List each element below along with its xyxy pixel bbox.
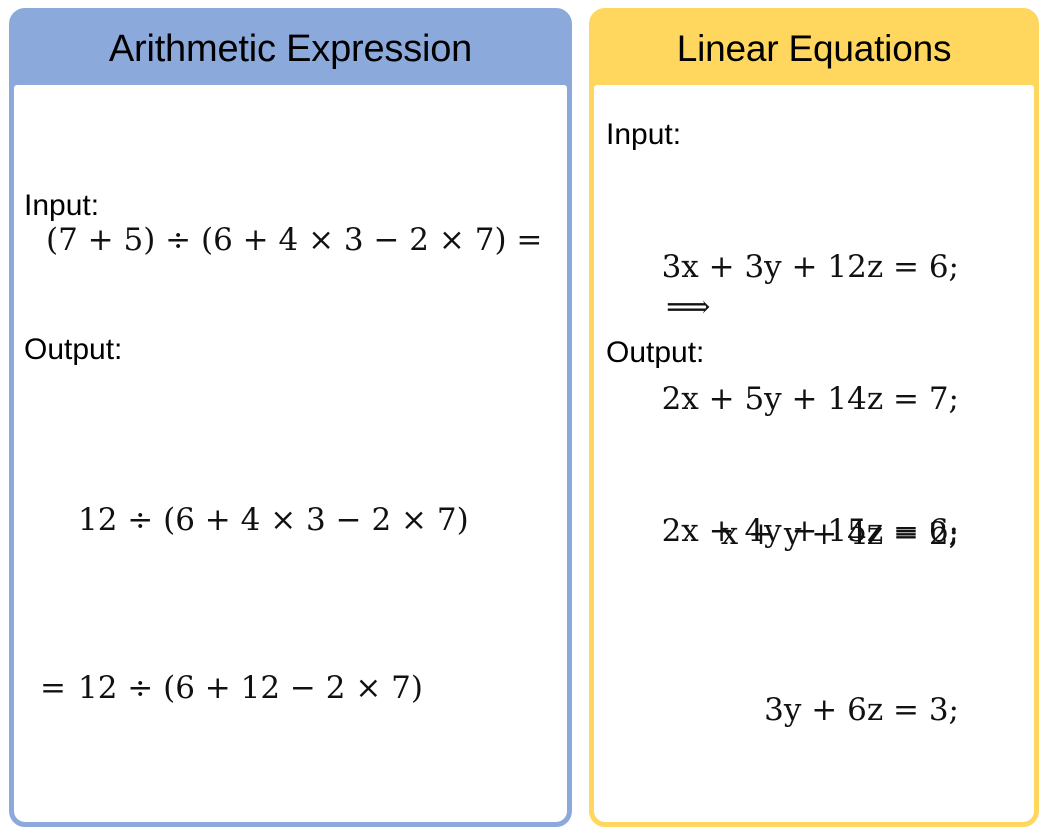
left-step-expression: 12 ÷ (6 + 12 − 2 × 7) [78,670,423,706]
left-step-operator: = [40,670,66,706]
panel-header-arithmetic-expression: Arithmetic Expression [14,13,567,85]
panel-linear-equations: Linear Equations Input: 3x + 3y + 12z = … [589,8,1039,827]
panel-header-linear-equations: Linear Equations [594,13,1034,85]
left-step-row: 12 ÷ (6 + 4 × 3 − 2 × 7) [40,499,469,541]
equation-text: 3x + 3y + 12z = 6; [661,249,959,285]
equation-row: x + y + 4z = 2; [594,512,959,556]
left-output-steps: 12 ÷ (6 + 4 × 3 − 2 × 7) = 12 ÷ (6 + 12 … [40,373,469,822]
right-input-label: Input: [606,118,682,151]
equation-row: 3y + 6z = 3; [594,688,959,732]
left-output-label: Output: [24,333,123,366]
left-input-expression: (7 + 5) ÷ (6 + 4 × 3 − 2 × 7) = [46,222,543,258]
equation-text: 3y + 6z = 3; [764,692,959,728]
implies-arrow-icon: ⟹ [666,289,711,325]
panel-title-arithmetic-expression: Arithmetic Expression [108,27,473,70]
equation-row: 3x + 3y + 12z = 6; [594,245,959,289]
left-input-label: Input: [24,189,100,222]
panel-body-linear-equations: Input: 3x + 3y + 12z = 6; 2x + 5y + 14z … [594,85,1034,822]
panel-body-arithmetic-expression: Input: (7 + 5) ÷ (6 + 4 × 3 − 2 × 7) = O… [14,85,567,822]
panel-title-linear-equations: Linear Equations [676,28,952,69]
equation-text: x + y + 4z = 2; [720,516,959,552]
left-step-expression: 12 ÷ (6 + 4 × 3 − 2 × 7) [78,502,469,538]
right-output-label: Output: [606,336,705,369]
figure-root: Arithmetic Expression Input: (7 + 5) ÷ (… [0,0,1047,836]
left-step-row: = 12 ÷ (6 + 12 − 2 × 7) [40,667,469,709]
right-output-equations: x + y + 4z = 2; 3y + 6z = 3; 2y + 7z = 2… [594,380,959,822]
panel-arithmetic-expression: Arithmetic Expression Input: (7 + 5) ÷ (… [9,8,572,827]
